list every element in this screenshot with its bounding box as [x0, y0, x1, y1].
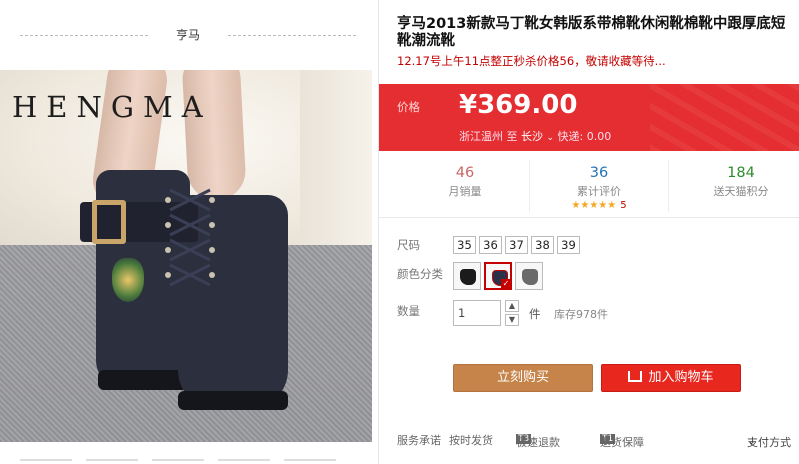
ship-to-word: 至: [506, 130, 518, 143]
thumbnail-strip[interactable]: [20, 454, 360, 464]
image-laces: [165, 188, 215, 287]
product-details: 亨马2013新款马丁靴女韩版系带棉靴休闲靴棉靴中跟厚底短靴潮流靴 12.17号上…: [378, 0, 799, 464]
product-title: 亨马2013新款马丁靴女韩版系带棉靴休闲靴棉靴中跟厚底短靴潮流靴: [397, 16, 786, 49]
size-option[interactable]: 36: [479, 236, 502, 254]
size-option[interactable]: 39: [557, 236, 580, 254]
product-subtitle: 12.17号上午11点整正秒杀价格56，敬请收藏等待...: [397, 54, 666, 68]
decrement-icon[interactable]: ▼: [505, 314, 519, 326]
color-label: 颜色分类: [397, 267, 443, 281]
star-icons: ★★★★★: [571, 200, 617, 211]
service-label: 服务承诺: [397, 434, 441, 447]
price-panel: 价格 ¥369.00 浙江温州 至 长沙 ⌄ 快递: 0.00: [379, 84, 799, 151]
stat-monthly-sales: 46 月销量: [395, 160, 535, 212]
boot-thumbnail-icon: [460, 269, 476, 285]
buy-now-button[interactable]: 立刻购买: [453, 364, 593, 392]
add-to-cart-label: 加入购物车: [648, 370, 714, 385]
divider: [228, 35, 356, 36]
thumbnail[interactable]: [284, 459, 336, 464]
size-option[interactable]: 38: [531, 236, 554, 254]
size-options: 35 36 37 38 39: [453, 234, 583, 254]
shipping-info: 浙江温州 至 长沙 ⌄ 快递: 0.00: [459, 128, 611, 144]
service-item-label: 退货保障: [600, 436, 644, 449]
color-swatch-black[interactable]: [453, 262, 481, 290]
rating-score: 5: [620, 200, 627, 211]
stock-info: 库存978件: [554, 308, 608, 321]
color-options: ✓: [453, 262, 546, 290]
image-watermark: HENGMA: [12, 90, 212, 124]
chevron-down-icon: ⌄: [546, 133, 555, 143]
ship-from: 浙江温州: [459, 130, 503, 143]
color-swatch-navy[interactable]: ✓: [484, 262, 512, 290]
boot-thumbnail-icon: [522, 269, 538, 285]
service-promises: 服务承诺 按时发货 T3 极速退款 T1 退货保障 支付方式 ⌄: [397, 430, 797, 449]
image-buckle: [92, 200, 126, 244]
stat-label: 月销量: [448, 185, 482, 198]
product-gallery: 亨马 HENGMA: [0, 0, 378, 464]
size-option[interactable]: 37: [505, 236, 528, 254]
stat-value: 36: [589, 165, 609, 181]
chevron-down-icon: ⌄: [747, 434, 757, 447]
delivery-fee: 快递: 0.00: [557, 130, 612, 143]
price-panel-pattern: [650, 84, 799, 151]
stat-value: 46: [455, 165, 475, 181]
price-label: 价格: [397, 100, 420, 114]
stat-label: 累计评价: [577, 185, 621, 198]
ship-to-selector[interactable]: 长沙 ⌄: [521, 130, 554, 143]
quantity-unit: 件: [529, 307, 541, 321]
stat-reviews[interactable]: 36 累计评价 ★★★★★ 5: [529, 160, 669, 212]
thumbnail[interactable]: [152, 459, 204, 464]
add-to-cart-button[interactable]: 加入购物车: [601, 364, 741, 392]
stat-points: 184 送天猫积分: [671, 160, 799, 212]
stat-label: 送天猫积分: [713, 185, 769, 198]
selected-check-icon: ✓: [501, 279, 510, 288]
thumbnail[interactable]: [218, 459, 270, 464]
increment-icon[interactable]: ▲: [505, 300, 519, 312]
stats-bar: 46 月销量 36 累计评价 ★★★★★ 5 184 送天猫积分: [379, 160, 799, 218]
main-product-image[interactable]: HENGMA: [0, 70, 372, 442]
brand-header: 亨马: [20, 26, 356, 44]
color-swatch-grey[interactable]: [515, 262, 543, 290]
thumbnail[interactable]: [20, 459, 72, 464]
size-option[interactable]: 35: [453, 236, 476, 254]
quantity-label: 数量: [397, 304, 420, 318]
service-item-label: 极速退款: [516, 436, 560, 449]
thumbnail[interactable]: [86, 459, 138, 464]
price-value: ¥369.00: [459, 90, 578, 120]
cart-icon: [628, 371, 643, 382]
service-item[interactable]: 按时发货: [449, 432, 493, 448]
stat-value: 184: [727, 165, 755, 181]
quantity-input[interactable]: [453, 300, 501, 326]
rating-stars: ★★★★★ 5: [530, 200, 668, 211]
ship-to-city: 长沙: [521, 130, 543, 143]
image-badge: [112, 258, 144, 302]
size-label: 尺码: [397, 238, 420, 252]
